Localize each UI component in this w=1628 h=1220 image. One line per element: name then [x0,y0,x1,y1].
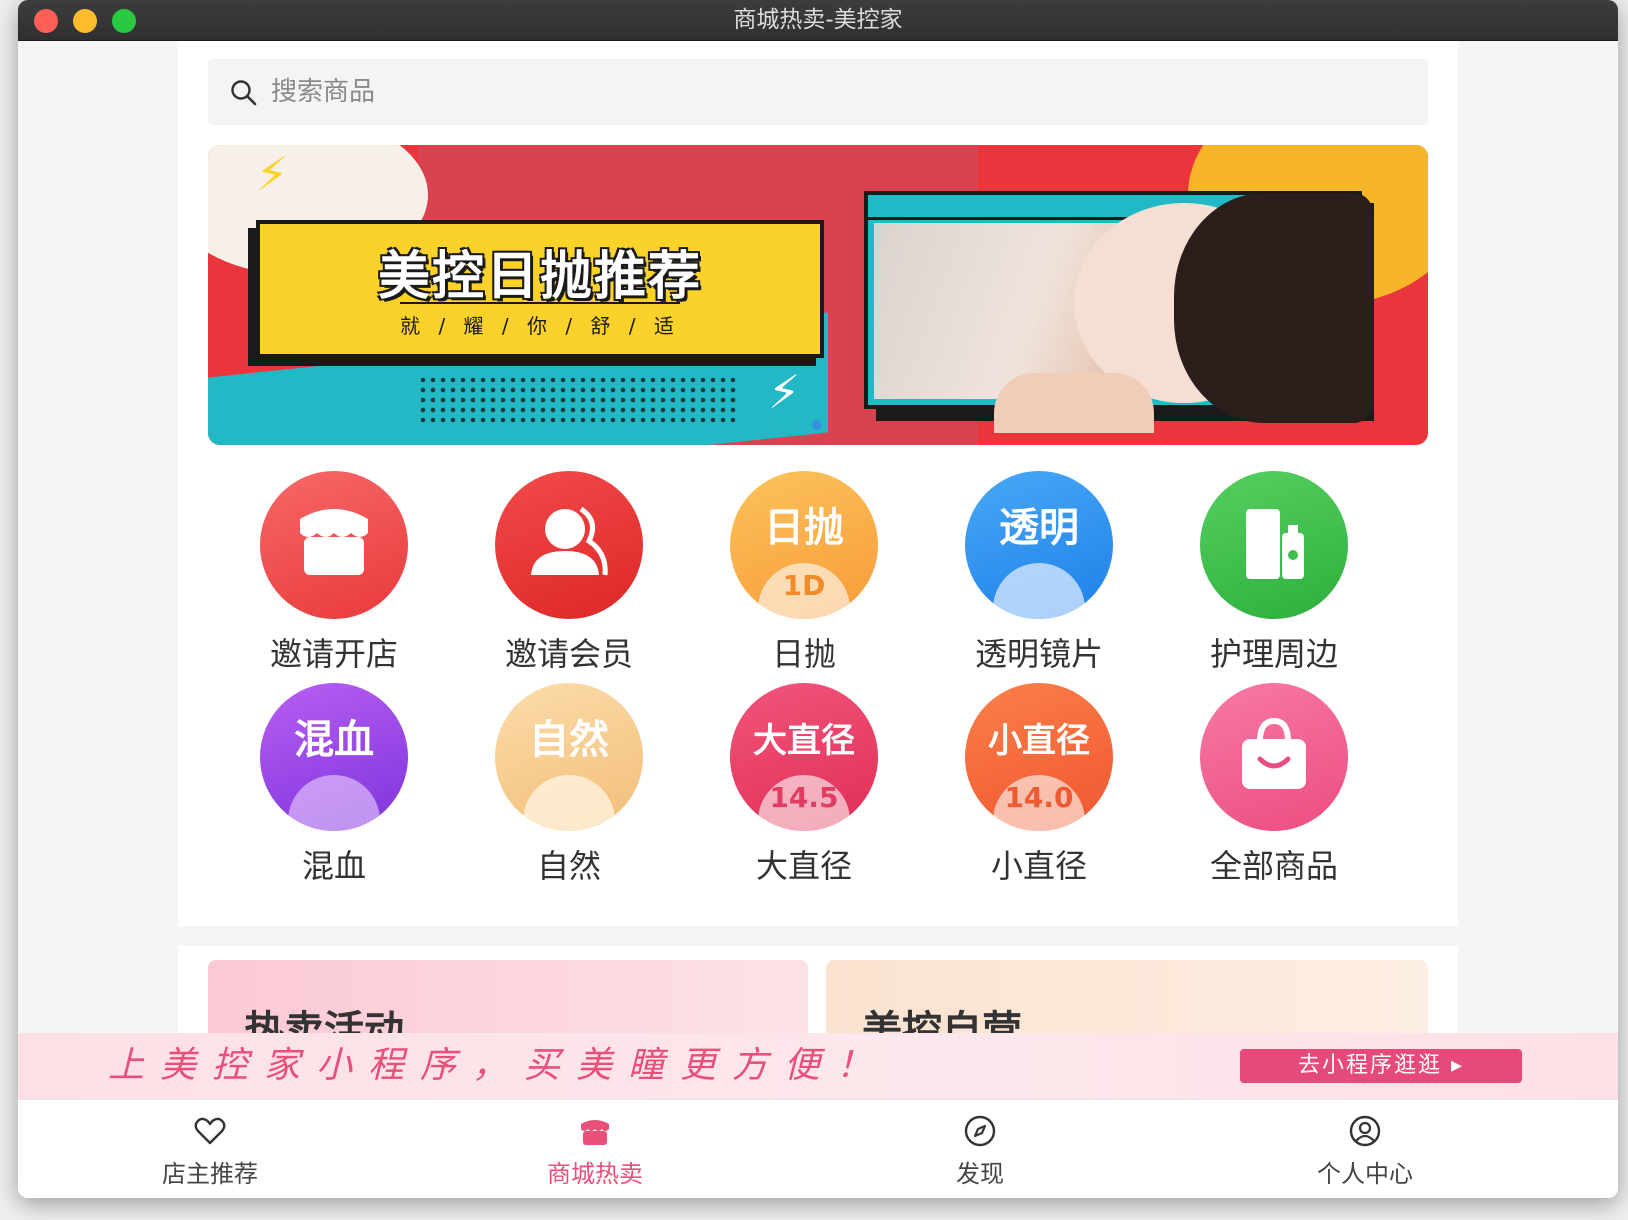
banner-dot[interactable] [790,420,800,430]
small-diameter-icon: 小直径 14.0 [965,683,1113,831]
category-label: 混血 [301,847,366,885]
tab-label: 发现 [956,1160,1004,1188]
mini-program-ad[interactable]: 上美控家小程序，买美瞳更方便！ 去小程序逛逛 ▸ [18,1033,1618,1099]
category-label: 全部商品 [1209,847,1338,885]
category-label: 日抛 [771,635,836,673]
category-care[interactable]: 护理周边 [1184,471,1364,675]
model-photo [874,193,1374,433]
banner-dot[interactable] [768,420,778,430]
category-icon-text: 透明 [999,505,1079,551]
app-window: 商城热卖-美控家 搜索商品 ⚡ ⚡ 美控日抛推荐 就 / 耀 / 你 / 舒 /… [18,0,1618,1198]
lens-bubble [523,775,615,831]
natural-lens-icon: 自然 [495,683,643,831]
tab-discover[interactable]: 发现 [860,1100,1100,1198]
tab-profile[interactable]: 个人中心 [1245,1100,1485,1198]
tab-mall-hot-sale[interactable]: 商城热卖 [475,1100,715,1198]
category-label: 邀请开店 [269,635,398,673]
clear-lens-icon: 透明 [965,471,1113,619]
banner-subtitle: 就 / 耀 / 你 / 舒 / 适 [400,314,680,338]
go-mini-program-button[interactable]: 去小程序逛逛 ▸ [1240,1049,1522,1083]
lightning-icon: ⚡ [768,365,801,419]
tab-label: 商城热卖 [547,1160,643,1188]
category-icon-text: 混血 [294,717,374,763]
window-title: 商城热卖-美控家 [733,7,903,33]
shop-icon [581,1120,609,1145]
care-bottle-icon [1200,471,1348,619]
banner-divider [400,302,680,304]
category-label: 自然 [536,847,601,885]
category-label: 小直径 [990,847,1087,885]
lens-bubble [993,563,1085,619]
user-icon [495,471,643,619]
mixed-lens-icon: 混血 [260,683,408,831]
user-circle-icon [1349,1115,1381,1147]
title-bar: 商城热卖-美控家 [18,0,1618,41]
compass-icon [964,1115,996,1147]
large-diameter-icon: 大直径 14.5 [730,683,878,831]
category-icon-text: 大直径 [753,721,855,761]
category-badge: 1D [782,569,826,602]
category-mixed[interactable]: 混血 混血 [244,683,424,887]
category-badge: 14.0 [1004,781,1074,814]
model-hair [1174,193,1374,423]
tab-label: 个人中心 [1317,1160,1413,1188]
heart-icon [194,1117,226,1145]
banner-title: 美控日抛推荐 [377,247,702,307]
banner-dot-active[interactable] [812,420,822,430]
search-icon [231,80,257,106]
category-daily-lens[interactable]: 日抛 1D 日抛 [714,471,894,675]
banner-title-card: 美控日抛推荐 就 / 耀 / 你 / 舒 / 适 [256,220,824,358]
shopping-bag-icon [1200,683,1348,831]
banner-page-indicator [768,415,834,434]
promo-banner[interactable]: ⚡ ⚡ 美控日抛推荐 就 / 耀 / 你 / 舒 / 适 —□✕ [208,145,1428,445]
search-placeholder: 搜索商品 [271,77,376,107]
lightning-icon: ⚡ [256,147,289,201]
category-label: 透明镜片 [974,635,1103,673]
banner-dot-pattern [418,375,738,425]
category-label: 护理周边 [1209,635,1338,673]
category-large-diameter[interactable]: 大直径 14.5 大直径 [714,683,894,887]
model-hand [994,373,1154,433]
category-icon-text: 日抛 [764,505,844,551]
category-all-products[interactable]: 全部商品 [1184,683,1364,887]
category-icon-text: 小直径 [988,721,1090,761]
category-natural[interactable]: 自然 自然 [479,683,659,887]
banner-photo-window: —□✕ [864,191,1374,433]
ad-text: 上美控家小程序，买美瞳更方便！ [108,1045,889,1086]
category-badge: 14.5 [769,781,839,814]
daily-lens-icon: 日抛 1D [730,471,878,619]
page-content: 搜索商品 ⚡ ⚡ 美控日抛推荐 就 / 耀 / 你 / 舒 / 适 —□✕ [18,41,1618,1198]
category-clear-lens[interactable]: 透明 透明镜片 [949,471,1129,675]
search-bar[interactable]: 搜索商品 [208,59,1428,125]
category-invite-member[interactable]: 邀请会员 [479,471,659,675]
lens-bubble [288,775,380,831]
bottom-tab-bar: 店主推荐 商城热卖 发现 个人中心 [18,1099,1618,1198]
category-label: 邀请会员 [504,635,633,673]
category-small-diameter[interactable]: 小直径 14.0 小直径 [949,683,1129,887]
tab-shopkeeper-recommend[interactable]: 店主推荐 [90,1100,330,1198]
category-invite-store[interactable]: 邀请开店 [244,471,424,675]
tab-label: 店主推荐 [162,1160,258,1188]
category-icon-text: 自然 [529,717,609,763]
store-icon [260,471,408,619]
category-label: 大直径 [755,847,852,885]
